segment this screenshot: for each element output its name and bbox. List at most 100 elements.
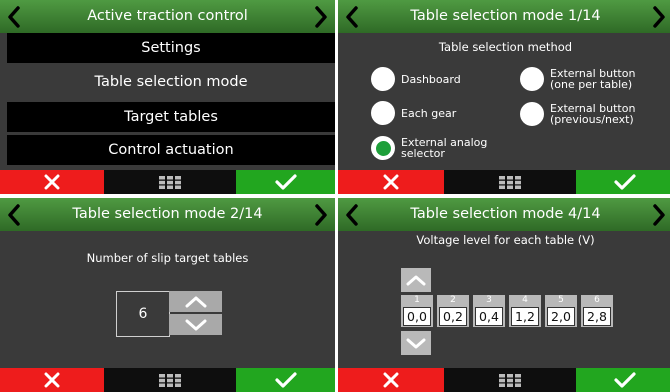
voltage-table-cell[interactable]: 1 0,0 <box>401 295 433 327</box>
menu-button[interactable] <box>104 368 236 392</box>
screen-subtitle: Table selection method <box>438 40 573 54</box>
screen-title: Table selection mode 1/14 <box>410 8 601 24</box>
prev-screen-button[interactable] <box>3 198 25 231</box>
increase-button[interactable] <box>401 268 431 292</box>
chevron-left-icon <box>8 203 20 226</box>
voltage-value: 0,0 <box>403 307 431 326</box>
voltage-value: 1,2 <box>511 307 539 326</box>
table-number: 6 <box>594 295 600 305</box>
chevron-right-icon <box>653 203 665 226</box>
option-each-gear[interactable]: Each gear <box>371 101 456 125</box>
grid-menu-icon <box>499 175 521 189</box>
option-label: External button (previous/next) <box>550 102 636 126</box>
chevron-left-icon <box>346 5 358 28</box>
radio-button-selected[interactable] <box>371 136 395 160</box>
grid-menu-icon <box>499 373 521 387</box>
footer-bar <box>0 170 335 194</box>
voltage-value: 2,0 <box>547 307 575 326</box>
option-dashboard[interactable]: Dashboard <box>371 67 461 91</box>
chevron-down-icon <box>185 319 206 330</box>
footer-bar <box>338 368 670 392</box>
menu-item-target-tables[interactable]: Target tables <box>7 102 335 132</box>
cancel-button[interactable] <box>338 368 444 392</box>
decrease-button[interactable] <box>401 331 431 355</box>
next-screen-button[interactable] <box>648 198 670 231</box>
chevron-left-icon <box>346 203 358 226</box>
footer-bar <box>0 368 335 392</box>
confirm-button[interactable] <box>236 170 335 194</box>
radio-selected-dot <box>375 140 391 156</box>
voltage-table-cell[interactable]: 4 1,2 <box>509 295 541 327</box>
option-external-analog-selector[interactable]: External analog selector <box>371 136 487 160</box>
menu-item-control-actuation[interactable]: Control actuation <box>7 135 335 165</box>
grid-menu-icon <box>159 175 181 189</box>
increase-button[interactable] <box>169 291 222 312</box>
close-icon <box>383 174 399 190</box>
table-number: 3 <box>486 295 492 305</box>
confirm-button[interactable] <box>236 368 335 392</box>
screen-title: Table selection mode 4/14 <box>410 206 601 222</box>
next-screen-button[interactable] <box>648 0 670 33</box>
cancel-button[interactable] <box>0 368 104 392</box>
screen-subtitle: Voltage level for each table (V) <box>416 233 595 247</box>
screen-title: Active traction control <box>87 8 248 24</box>
option-label: External button (one per table) <box>550 67 636 91</box>
voltage-table-cell[interactable]: 3 0,4 <box>473 295 505 327</box>
menu-item-settings[interactable]: Settings <box>7 33 335 63</box>
screen-title: Table selection mode 2/14 <box>72 206 263 222</box>
cancel-button[interactable] <box>0 170 104 194</box>
radio-button[interactable] <box>371 67 395 91</box>
next-screen-button[interactable] <box>310 0 332 33</box>
menu-item-table-selection-mode[interactable]: Table selection mode <box>7 67 335 97</box>
screen-subtitle: Number of slip target tables <box>86 251 249 265</box>
table-count-value[interactable]: 6 <box>116 291 170 337</box>
option-label: External analog selector <box>401 136 488 160</box>
close-icon <box>44 372 60 388</box>
radio-button[interactable] <box>371 101 395 125</box>
checkmark-icon <box>274 372 297 388</box>
prev-screen-button[interactable] <box>341 0 363 33</box>
checkmark-icon <box>613 174 636 190</box>
screen-header: Active traction control <box>0 0 335 33</box>
footer-bar <box>338 170 670 194</box>
radio-button[interactable] <box>520 102 544 126</box>
menu-button[interactable] <box>104 170 236 194</box>
slip-target-tables-screen: Table selection mode 2/14 Number of slip… <box>0 198 335 392</box>
prev-screen-button[interactable] <box>3 0 25 33</box>
radio-button[interactable] <box>520 67 544 91</box>
grid-menu-icon <box>159 373 181 387</box>
option-external-button-previous-next[interactable]: External button (previous/next) <box>520 102 635 126</box>
option-external-button-one-per-table[interactable]: External button (one per table) <box>520 67 635 91</box>
option-label: Dashboard <box>401 72 461 86</box>
voltage-value: 2,8 <box>583 307 611 326</box>
next-screen-button[interactable] <box>310 198 332 231</box>
table-number: 2 <box>450 295 456 305</box>
voltage-levels-screen: Table selection mode 4/14 Voltage level … <box>338 198 670 392</box>
voltage-table-cell[interactable]: 5 2,0 <box>545 295 577 327</box>
traction-control-screen: Active traction control Settings Table s… <box>0 0 335 194</box>
chevron-left-icon <box>8 5 20 28</box>
close-icon <box>383 372 399 388</box>
chevron-right-icon <box>315 5 327 28</box>
table-number: 5 <box>558 295 564 305</box>
close-icon <box>44 174 60 190</box>
table-number: 1 <box>414 295 420 305</box>
chevron-right-icon <box>315 203 327 226</box>
voltage-table-cell[interactable]: 2 0,2 <box>437 295 469 327</box>
voltage-value: 0,4 <box>475 307 503 326</box>
chevron-up-icon <box>185 296 206 307</box>
chevron-right-icon <box>653 5 665 28</box>
confirm-button[interactable] <box>576 170 670 194</box>
menu-button[interactable] <box>444 368 576 392</box>
voltage-value: 0,2 <box>439 307 467 326</box>
cancel-button[interactable] <box>338 170 444 194</box>
checkmark-icon <box>274 174 297 190</box>
voltage-table-cell[interactable]: 6 2,8 <box>581 295 613 327</box>
screen-header: Table selection mode 2/14 <box>0 198 335 231</box>
menu-button[interactable] <box>444 170 576 194</box>
confirm-button[interactable] <box>576 368 670 392</box>
checkmark-icon <box>613 372 636 388</box>
prev-screen-button[interactable] <box>341 198 363 231</box>
table-selection-method-screen: Table selection mode 1/14 Table selectio… <box>338 0 670 194</box>
decrease-button[interactable] <box>169 314 222 335</box>
